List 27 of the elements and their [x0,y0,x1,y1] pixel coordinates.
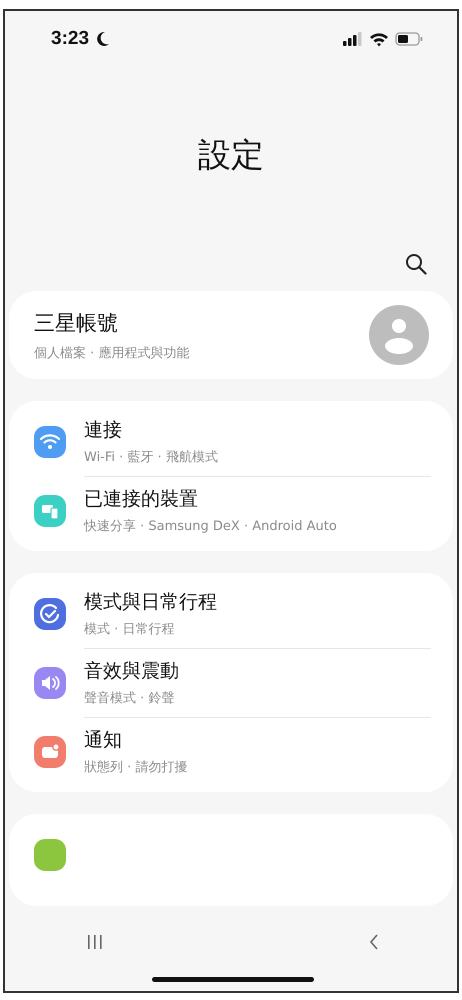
item-title: 音效與震動 [84,659,179,684]
item-title: 已連接的裝置 [84,487,199,512]
settings-item[interactable]: 模式與日常行程 模式 · 日常行程 [9,579,453,648]
recents-icon[interactable] [87,935,103,949]
moon-icon [96,31,110,47]
battery-icon [395,32,423,46]
account-subtitle: 個人檔案 · 應用程式與功能 [34,344,190,362]
item-subtitle: Wi-Fi · 藍牙 · 飛航模式 [84,449,218,466]
item-subtitle: 狀態列 · 請勿打擾 [84,759,188,776]
settings-item[interactable]: 通知 狀態列 · 請勿打擾 [9,717,453,786]
account-card[interactable]: 三星帳號 個人檔案 · 應用程式與功能 [9,291,453,379]
item-subtitle: 模式 · 日常行程 [84,621,176,638]
settings-item[interactable]: 已連接的裝置 快速分享 · Samsung DeX · Android Auto [9,476,453,545]
item-title: 模式與日常行程 [84,590,217,615]
wifi-icon [369,32,389,46]
status-time: 3:23 [51,28,90,50]
signal-icon [343,32,363,46]
item-title: 連接 [84,418,123,443]
settings-item[interactable]: 音效與震動 聲音模式 · 鈴聲 [9,648,453,717]
item-subtitle: 聲音模式 · 鈴聲 [84,690,176,707]
search-icon[interactable] [405,253,427,275]
back-icon[interactable] [369,934,379,950]
page-title: 設定 [197,135,265,175]
item-title: 通知 [84,728,123,753]
item-subtitle: 快速分享 · Samsung DeX · Android Auto [84,518,337,535]
settings-item[interactable]: 連接 Wi-Fi · 藍牙 · 飛航模式 [9,407,453,476]
account-name: 三星帳號 [34,310,119,336]
